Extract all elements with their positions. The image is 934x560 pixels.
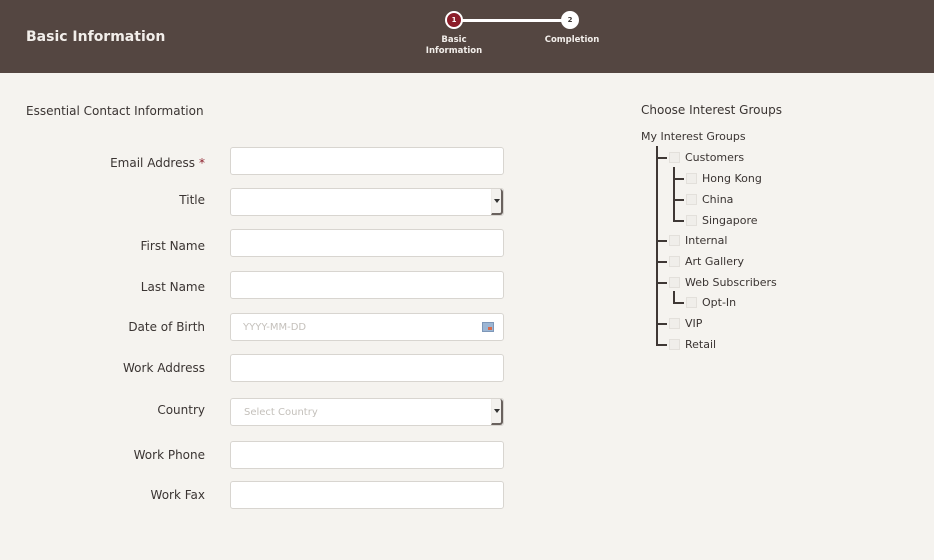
email-field[interactable]: [230, 147, 504, 175]
last-name-input[interactable]: [231, 272, 503, 298]
tree-item-label: Opt-In: [702, 295, 737, 309]
tree-item-art-gallery[interactable]: Art Gallery: [669, 252, 744, 270]
checkbox[interactable]: [669, 234, 680, 246]
step-1-label-line2: Information: [425, 46, 483, 56]
tree-item-label: Singapore: [702, 213, 758, 227]
work-phone-row: Work Phone: [0, 441, 520, 469]
first-name-row: First Name: [0, 229, 520, 257]
tree-item-label: Retail: [685, 337, 717, 351]
tree-item-singapore[interactable]: Singapore: [686, 211, 758, 229]
tree-item-label: China: [702, 192, 734, 206]
first-name-label: First Name: [140, 239, 205, 253]
checkbox[interactable]: [669, 338, 680, 350]
checkbox[interactable]: [669, 255, 680, 267]
step-1-indicator: 1: [445, 11, 463, 29]
required-marker: *: [199, 156, 205, 170]
checkbox[interactable]: [669, 317, 680, 329]
tree-branch: [673, 220, 684, 222]
last-name-row: Last Name: [0, 271, 520, 299]
tree-item-web-subscribers[interactable]: Web Subscribers: [669, 273, 777, 291]
tree-branch: [656, 157, 667, 159]
tree-item-label: Art Gallery: [685, 254, 745, 268]
section-title: Essential Contact Information: [26, 104, 204, 118]
dob-row: Date of Birth: [0, 313, 520, 341]
checkbox[interactable]: [686, 296, 697, 308]
tree-item-vip[interactable]: VIP: [669, 314, 702, 332]
step-2-label: Completion: [544, 35, 600, 45]
title-label: Title: [179, 193, 205, 207]
work-address-input[interactable]: [231, 355, 503, 381]
checkbox[interactable]: [686, 193, 697, 205]
tree-branch: [656, 282, 667, 284]
work-address-row: Work Address: [0, 354, 520, 382]
chevron-down-icon[interactable]: [491, 189, 503, 215]
email-row: Email Address *: [0, 147, 520, 175]
last-name-label: Last Name: [140, 280, 205, 294]
tree-branch: [656, 261, 667, 263]
tree-line: [673, 167, 675, 222]
work-fax-label: Work Fax: [150, 488, 205, 502]
dob-input[interactable]: [231, 314, 503, 340]
header-bar: Basic Information 1 2 Basic Information …: [0, 0, 934, 73]
stepper-connector: [454, 19, 570, 22]
tree-item-customers[interactable]: Customers: [669, 148, 744, 166]
title-select[interactable]: [230, 188, 504, 216]
tree-branch: [656, 323, 667, 325]
dob-label: Date of Birth: [128, 320, 205, 334]
checkbox[interactable]: [686, 172, 697, 184]
work-phone-input[interactable]: [231, 442, 503, 468]
email-label: Email Address *: [110, 156, 205, 170]
work-fax-field[interactable]: [230, 481, 504, 509]
work-fax-input[interactable]: [231, 482, 503, 508]
calendar-icon[interactable]: [482, 322, 494, 332]
tree-line: [656, 146, 658, 346]
country-label: Country: [157, 403, 205, 417]
country-row: Country Select Country: [0, 398, 520, 426]
checkbox[interactable]: [686, 214, 697, 226]
step-1-label-line1: Basic: [441, 35, 467, 45]
tree-item-internal[interactable]: Internal: [669, 231, 727, 249]
last-name-field[interactable]: [230, 271, 504, 299]
first-name-field[interactable]: [230, 229, 504, 257]
tree-item-label: Internal: [685, 233, 728, 247]
tree-branch: [673, 199, 684, 201]
step-2-indicator: 2: [561, 11, 579, 29]
tree-item-label: Hong Kong: [702, 171, 762, 185]
work-phone-field[interactable]: [230, 441, 504, 469]
first-name-input[interactable]: [231, 230, 503, 256]
tree-branch: [656, 344, 667, 346]
work-phone-label: Work Phone: [133, 448, 205, 462]
tree-item-opt-in[interactable]: Opt-In: [686, 293, 736, 311]
tree-branch: [673, 178, 684, 180]
tree-item-label: VIP: [685, 316, 703, 330]
checkbox[interactable]: [669, 151, 680, 163]
email-label-text: Email Address: [110, 156, 195, 170]
page-title: Basic Information: [26, 29, 166, 45]
email-input[interactable]: [231, 148, 503, 174]
checkbox[interactable]: [669, 276, 680, 288]
tree-branch: [656, 240, 667, 242]
country-select[interactable]: Select Country: [230, 398, 504, 426]
tree-item-label: Customers: [685, 150, 745, 164]
country-select-value: Select Country: [244, 407, 318, 418]
interest-groups-title: Choose Interest Groups: [641, 103, 782, 117]
work-fax-row: Work Fax: [0, 481, 520, 509]
dob-field[interactable]: [230, 313, 504, 341]
title-row: Title: [0, 188, 520, 216]
work-address-label: Work Address: [123, 361, 205, 375]
tree-item-hong-kong[interactable]: Hong Kong: [686, 169, 762, 187]
step-1-label: Basic Information: [420, 35, 488, 57]
progress-stepper: 1 2 Basic Information Completion: [420, 8, 620, 64]
tree-root-label: My Interest Groups: [641, 130, 746, 143]
chevron-down-icon[interactable]: [491, 399, 503, 425]
tree-branch: [673, 302, 684, 304]
tree-item-china[interactable]: China: [686, 190, 733, 208]
tree-item-retail[interactable]: Retail: [669, 335, 716, 353]
tree-item-label: Web Subscribers: [685, 275, 777, 289]
work-address-field[interactable]: [230, 354, 504, 382]
